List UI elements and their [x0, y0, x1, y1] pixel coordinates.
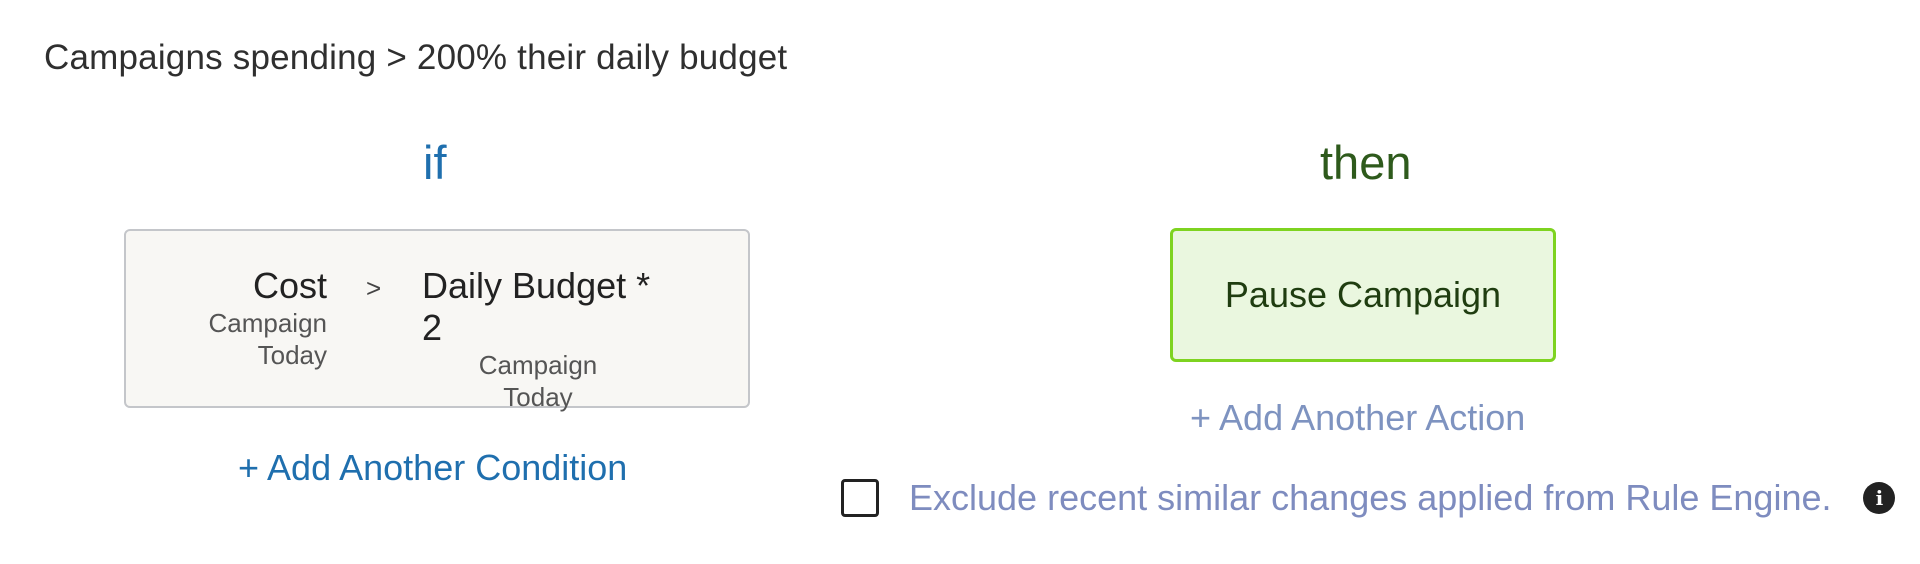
exclude-label[interactable]: Exclude recent similar changes applied f…	[909, 477, 1831, 519]
left-period: Today	[257, 340, 327, 370]
left-metric: Cost	[252, 265, 327, 306]
right-period: Today	[503, 382, 573, 412]
condition-left-operand[interactable]: Cost Campaign Today	[126, 265, 327, 371]
exclude-checkbox[interactable]	[841, 479, 879, 517]
add-action-link[interactable]: + Add Another Action	[1190, 397, 1525, 439]
action-label: Pause Campaign	[1224, 274, 1502, 315]
exclude-row: Exclude recent similar changes applied f…	[841, 474, 1896, 522]
add-condition-link[interactable]: + Add Another Condition	[238, 447, 627, 489]
left-scope: Campaign	[208, 308, 327, 338]
info-icon[interactable]: i	[1863, 482, 1896, 514]
if-heading: if	[423, 136, 447, 189]
right-scope: Campaign	[478, 350, 598, 380]
condition-card[interactable]: Cost Campaign Today > Daily Budget * 2 C…	[124, 229, 750, 412]
then-heading: then	[1320, 136, 1412, 189]
rule-editor: Campaigns spending > 200% their daily bu…	[0, 0, 1920, 564]
rule-title: Campaigns spending > 200% their daily bu…	[44, 38, 788, 77]
right-metric: Daily Budget * 2	[422, 265, 651, 348]
condition-operator[interactable]: >	[366, 273, 381, 304]
condition-right-operand[interactable]: Daily Budget * 2 Campaign Today	[418, 265, 678, 413]
action-pause-campaign[interactable]: Pause Campaign	[1170, 228, 1556, 362]
